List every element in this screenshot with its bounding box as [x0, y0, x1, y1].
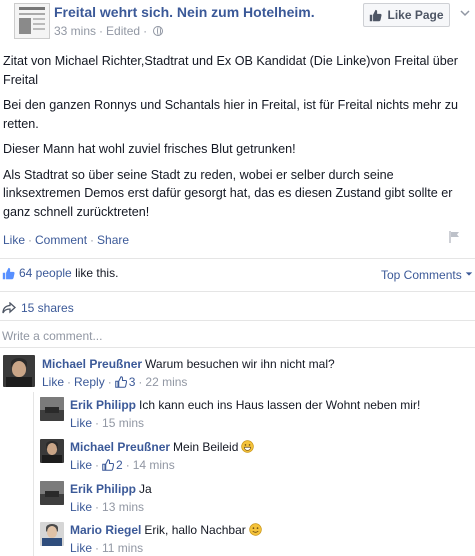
- post-time[interactable]: 33 mins: [54, 24, 96, 38]
- thumbs-up-icon: [2, 267, 15, 279]
- divider: [0, 347, 475, 348]
- comment-meta: Like · 11 mins: [70, 541, 144, 555]
- post-paragraph: Dieser Mann hat wohl zuviel frisches Blu…: [3, 142, 296, 156]
- avatar[interactable]: [3, 355, 35, 387]
- comment-time[interactable]: 22 mins: [145, 375, 187, 389]
- thumbs-up-icon: [370, 9, 383, 21]
- post-paragraph: Als Stadtrat so über seine Stadt zu rede…: [3, 167, 453, 219]
- commenter-name[interactable]: Michael Preußner: [42, 357, 142, 371]
- flag-icon[interactable]: [448, 230, 462, 244]
- share-arrow-icon: [2, 302, 16, 314]
- thumbs-up-icon: [102, 459, 115, 471]
- comment-text: Erik Philipp Ich kann euch ins Haus lasse…: [70, 398, 420, 413]
- chevron-down-icon[interactable]: [460, 8, 470, 18]
- comment-body: Ja: [139, 482, 152, 496]
- page-name-link[interactable]: Freital wehrt sich. Nein zum Hotelheim.: [54, 4, 315, 20]
- globe-icon: [153, 26, 164, 36]
- comment-like-button[interactable]: Like: [70, 416, 92, 430]
- comment-like-button[interactable]: Like: [42, 375, 64, 389]
- likes-count-link[interactable]: 64 people: [19, 266, 72, 280]
- comment-body: Warum besuchen wir ihn nicht mal?: [145, 357, 335, 371]
- post-actions: Like · Comment · Share: [3, 233, 130, 247]
- comment-time[interactable]: 14 mins: [133, 458, 175, 472]
- avatar[interactable]: [40, 397, 64, 421]
- comment-like-count[interactable]: 3: [129, 375, 136, 389]
- divider: [0, 291, 475, 292]
- avatar[interactable]: [40, 439, 64, 463]
- shares-link[interactable]: 15 shares: [21, 301, 74, 315]
- shares-summary: 15 shares: [2, 301, 74, 315]
- page-avatar[interactable]: [14, 3, 50, 39]
- post-paragraph: Bei den ganzen Ronnys und Schantals hier…: [3, 98, 458, 131]
- comment-meta: Like · Reply · 3 · 22 mins: [42, 375, 188, 389]
- avatar[interactable]: [40, 481, 64, 505]
- likes-suffix: like this.: [75, 266, 119, 280]
- comment-text: Erik Philipp Ja: [70, 482, 152, 497]
- thumbs-up-icon: [114, 376, 127, 388]
- commenter-name[interactable]: Erik Philipp: [70, 482, 136, 496]
- comment-like-button[interactable]: Like: [70, 458, 92, 472]
- comment-meta: Like · 2 · 14 mins: [70, 458, 175, 472]
- divider: [0, 320, 475, 321]
- avatar[interactable]: [40, 522, 64, 546]
- comment-body: Erik, hallo Nachbar: [144, 523, 246, 537]
- like-action[interactable]: Like: [3, 233, 25, 247]
- write-comment-input[interactable]: Write a comment...: [2, 329, 102, 343]
- comment-body: Ich kann euch ins Haus lassen der Wohnt …: [139, 398, 421, 412]
- post-paragraph: Zitat von Michael Richter,Stadtrat und E…: [3, 54, 458, 87]
- top-comments-label: Top Comments: [381, 268, 462, 282]
- like-page-button[interactable]: Like Page: [363, 3, 450, 27]
- reply-thread-line: [33, 392, 34, 556]
- comment-time[interactable]: 15 mins: [102, 416, 144, 430]
- comment-meta: Like · 15 mins: [70, 416, 145, 430]
- comment-meta: Like · 13 mins: [70, 500, 145, 514]
- comment-like-count[interactable]: 2: [116, 458, 123, 472]
- grin-emoji-icon: [241, 440, 255, 453]
- like-page-label: Like Page: [387, 8, 444, 22]
- chevron-down-icon: [465, 272, 473, 276]
- comment-text: Michael Preußner Warum besuchen wir ihn n…: [42, 357, 335, 372]
- likes-summary: 64 people like this.: [2, 266, 118, 280]
- post-body: Zitat von Michael Richter,Stadtrat und E…: [3, 52, 471, 228]
- comment-action[interactable]: Comment: [35, 233, 87, 247]
- comment-reply-button[interactable]: Reply: [74, 375, 105, 389]
- post-meta: 33 mins · Edited ·: [54, 24, 164, 38]
- comment-time[interactable]: 11 mins: [102, 541, 143, 555]
- edited-label[interactable]: Edited: [106, 24, 140, 38]
- comment-text: Mario Riegel Erik, hallo Nachbar: [70, 523, 262, 538]
- commenter-name[interactable]: Michael Preußner: [70, 440, 170, 454]
- comment-body: Mein Beileid: [173, 440, 239, 454]
- comment-text: Michael Preußner Mein Beileid: [70, 440, 255, 455]
- comment-time[interactable]: 13 mins: [102, 500, 144, 514]
- divider: [0, 258, 475, 259]
- comment-like-button[interactable]: Like: [70, 541, 92, 555]
- comment-like-button[interactable]: Like: [70, 500, 92, 514]
- commenter-name[interactable]: Mario Riegel: [70, 523, 141, 537]
- share-action[interactable]: Share: [97, 233, 129, 247]
- top-comments-dropdown[interactable]: Top Comments: [381, 268, 473, 282]
- smiley-icon: [249, 523, 262, 536]
- post-header: Freital wehrt sich. Nein zum Hotelheim. …: [0, 0, 475, 44]
- commenter-name[interactable]: Erik Philipp: [70, 398, 136, 412]
